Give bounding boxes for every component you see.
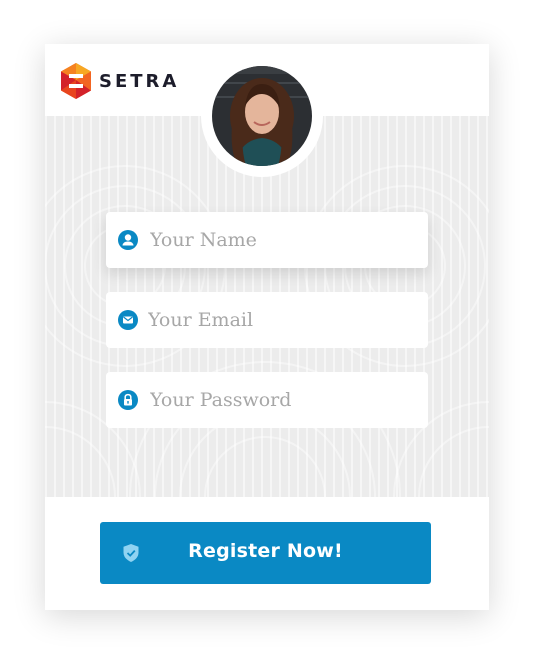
register-button[interactable]: Register Now!: [100, 522, 431, 584]
user-photo-icon: [212, 66, 312, 166]
brand-logo[interactable]: SETRA: [58, 62, 179, 100]
password-field[interactable]: [106, 372, 428, 428]
card-footer: Register Now!: [45, 497, 489, 610]
email-field[interactable]: [106, 292, 428, 348]
name-field[interactable]: [106, 212, 428, 268]
register-label: Register Now!: [188, 540, 343, 562]
envelope-icon: [118, 310, 138, 330]
user-icon: [118, 230, 138, 250]
logo-mark-icon: [61, 63, 91, 99]
brand-name: SETRA: [99, 70, 180, 92]
password-input[interactable]: [148, 379, 422, 421]
registration-card: SETRA Your Name Your Email Register Now!: [45, 44, 489, 610]
lock-icon: [118, 390, 138, 410]
name-input[interactable]: [148, 219, 422, 261]
email-input[interactable]: [146, 299, 420, 341]
avatar[interactable]: [212, 66, 312, 166]
avatar-frame: [201, 55, 323, 177]
